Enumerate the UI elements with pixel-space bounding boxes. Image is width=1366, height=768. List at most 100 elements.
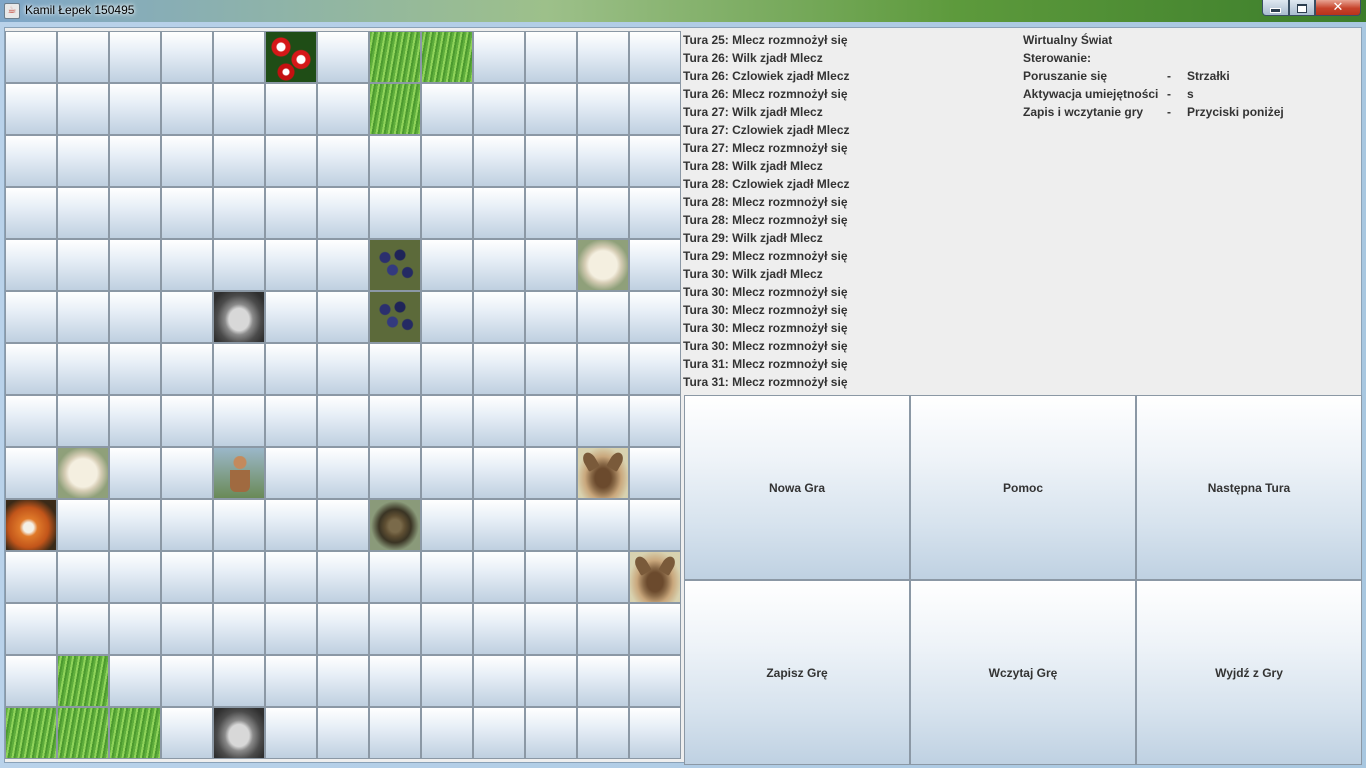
board-cell-sheep[interactable]: sheep <box>57 447 109 499</box>
board-cell[interactable]: empty <box>525 343 577 395</box>
board-cell[interactable]: empty <box>525 135 577 187</box>
board-cell-dandelion[interactable]: dandelion <box>317 135 369 187</box>
board-cell[interactable]: empty <box>109 499 161 551</box>
board-cell[interactable]: empty <box>213 499 265 551</box>
board-cell[interactable]: empty <box>525 447 577 499</box>
board-cell-dandelion[interactable]: dandelion <box>473 83 525 135</box>
board-cell-dandelion[interactable]: dandelion <box>317 83 369 135</box>
board-cell-dandelion[interactable]: dandelion <box>369 135 421 187</box>
board-cell-wolf[interactable]: wolf <box>213 707 265 759</box>
board-cell[interactable]: empty <box>525 395 577 447</box>
title-bar[interactable]: ☕ Kamil Łepek 150495 ✕ <box>0 0 1366 22</box>
board-cell[interactable]: empty <box>369 707 421 759</box>
board-cell[interactable]: empty <box>265 551 317 603</box>
board-cell-dandelion[interactable]: dandelion <box>161 83 213 135</box>
board-cell-dandelion[interactable]: dandelion <box>421 187 473 239</box>
board-cell[interactable]: empty <box>57 135 109 187</box>
board-cell[interactable]: empty <box>161 603 213 655</box>
board-cell[interactable]: empty <box>473 603 525 655</box>
board-cell[interactable]: empty <box>161 707 213 759</box>
board-cell[interactable]: empty <box>109 447 161 499</box>
board-cell[interactable]: empty <box>57 395 109 447</box>
board-cell[interactable]: empty <box>109 551 161 603</box>
board-cell[interactable]: empty <box>317 655 369 707</box>
board-cell-dandelion[interactable]: dandelion <box>109 135 161 187</box>
board-cell[interactable]: empty <box>421 603 473 655</box>
board-cell-antelope[interactable]: antelope <box>629 551 681 603</box>
board-cell-dandelion[interactable]: dandelion <box>473 135 525 187</box>
board-cell-dandelion[interactable]: dandelion <box>161 135 213 187</box>
board-cell[interactable]: empty <box>577 291 629 343</box>
board-cell-belladonna[interactable]: belladonna <box>369 239 421 291</box>
board-cell[interactable]: empty <box>421 343 473 395</box>
board-cell[interactable]: empty <box>265 499 317 551</box>
board-cell[interactable]: empty <box>5 31 57 83</box>
board-cell[interactable]: empty <box>421 655 473 707</box>
maximize-button[interactable] <box>1289 0 1315 16</box>
board-cell-turtle[interactable]: turtle <box>369 499 421 551</box>
board-cell[interactable]: empty <box>5 447 57 499</box>
board-cell-human[interactable]: human <box>213 447 265 499</box>
board-cell[interactable]: empty <box>577 603 629 655</box>
board-cell[interactable]: empty <box>5 239 57 291</box>
board-cell-dandelion[interactable]: dandelion <box>213 83 265 135</box>
board-cell[interactable]: empty <box>265 291 317 343</box>
board-cell[interactable]: empty <box>57 551 109 603</box>
board-cell[interactable]: empty <box>5 395 57 447</box>
board-cell[interactable]: empty <box>629 447 681 499</box>
board-cell[interactable]: empty <box>265 343 317 395</box>
board-cell[interactable]: empty <box>317 603 369 655</box>
board-cell[interactable]: empty <box>265 395 317 447</box>
board-cell[interactable]: empty <box>577 707 629 759</box>
board-cell[interactable]: empty <box>629 343 681 395</box>
board-cell[interactable]: empty <box>629 31 681 83</box>
board-cell[interactable]: empty <box>421 291 473 343</box>
minimize-button[interactable] <box>1262 0 1289 16</box>
board-cell[interactable]: empty <box>265 447 317 499</box>
board-cell[interactable]: empty <box>317 707 369 759</box>
board-cell[interactable]: empty <box>629 707 681 759</box>
board-cell-grass[interactable]: grass <box>369 83 421 135</box>
new-game-button[interactable]: Nowa Gra <box>684 395 910 580</box>
board-cell-dandelion[interactable]: dandelion <box>213 135 265 187</box>
board-cell[interactable]: empty <box>317 551 369 603</box>
board-cell-wolf[interactable]: wolf <box>213 291 265 343</box>
board-cell-dandelion[interactable]: dandelion <box>213 31 265 83</box>
board-cell[interactable]: empty <box>213 603 265 655</box>
board-cell-dandelion[interactable]: dandelion <box>473 187 525 239</box>
board-cell[interactable]: empty <box>629 395 681 447</box>
board-cell[interactable]: empty <box>525 83 577 135</box>
board-cell[interactable]: empty <box>57 187 109 239</box>
board-cell[interactable]: empty <box>525 187 577 239</box>
board-cell[interactable]: empty <box>629 655 681 707</box>
board-cell[interactable]: empty <box>317 343 369 395</box>
board-cell-dandelion[interactable]: dandelion <box>317 291 369 343</box>
board-cell[interactable]: empty <box>109 603 161 655</box>
board-cell[interactable]: empty <box>57 291 109 343</box>
board-cell[interactable]: empty <box>629 603 681 655</box>
board-cell-dandelion[interactable]: dandelion <box>317 187 369 239</box>
board-cell-dandelion[interactable]: dandelion <box>421 135 473 187</box>
board-cell[interactable]: empty <box>369 447 421 499</box>
board-cell[interactable]: empty <box>5 603 57 655</box>
board-cell[interactable]: empty <box>109 655 161 707</box>
exit-game-button[interactable]: Wyjdź z Gry <box>1136 580 1362 765</box>
board-cell[interactable]: empty <box>317 447 369 499</box>
board-cell[interactable]: empty <box>213 239 265 291</box>
board-cell-dandelion[interactable]: dandelion <box>265 187 317 239</box>
board-cell[interactable]: empty <box>629 239 681 291</box>
board-cell-dandelion[interactable]: dandelion <box>109 83 161 135</box>
board-cell[interactable]: empty <box>525 239 577 291</box>
board-cell-dandelion[interactable]: dandelion <box>369 343 421 395</box>
board-cell[interactable]: empty <box>473 655 525 707</box>
board-cell[interactable]: empty <box>421 395 473 447</box>
board-cell[interactable]: empty <box>629 291 681 343</box>
board-cell[interactable]: empty <box>525 499 577 551</box>
board-cell[interactable]: empty <box>109 239 161 291</box>
board-cell[interactable]: empty <box>317 499 369 551</box>
board-cell-antelope[interactable]: antelope <box>577 447 629 499</box>
board-cell-dandelion[interactable]: dandelion <box>369 187 421 239</box>
board-cell-grass[interactable]: grass <box>57 707 109 759</box>
board-cell[interactable]: empty <box>577 395 629 447</box>
board-cell[interactable]: empty <box>577 135 629 187</box>
